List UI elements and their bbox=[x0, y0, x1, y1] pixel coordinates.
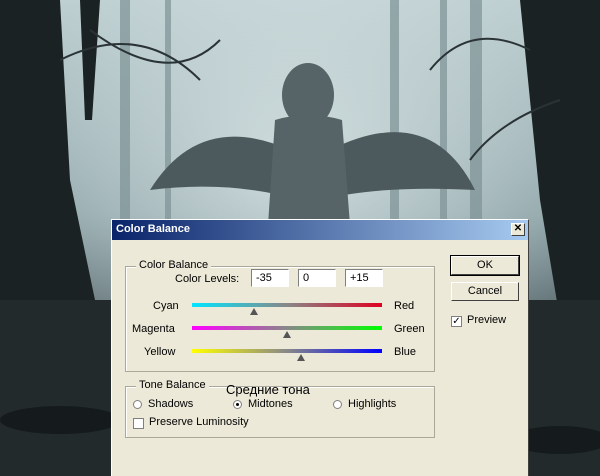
shadows-label[interactable]: Shadows bbox=[148, 398, 193, 410]
dialog-titlebar[interactable]: Color Balance ✕ bbox=[112, 220, 528, 240]
cyan-red-level-input[interactable] bbox=[251, 269, 289, 287]
close-icon: ✕ bbox=[513, 223, 523, 234]
red-label: Red bbox=[394, 300, 415, 312]
checkmark-icon: ✓ bbox=[452, 316, 461, 327]
cyan-label: Cyan bbox=[153, 300, 179, 312]
magenta-label: Magenta bbox=[132, 323, 175, 335]
preserve-luminosity-checkbox[interactable] bbox=[133, 418, 144, 429]
color-levels-label: Color Levels: bbox=[175, 273, 240, 285]
preserve-luminosity-label[interactable]: Preserve Luminosity bbox=[149, 416, 249, 428]
magenta-green-slider[interactable] bbox=[192, 326, 382, 338]
yellow-blue-level-input[interactable] bbox=[345, 269, 383, 287]
color-balance-dialog: Color Balance ✕ Color Balance Color Leve… bbox=[111, 219, 529, 476]
tone-balance-group-title: Tone Balance bbox=[136, 379, 209, 391]
midtones-annotation: Средние тона bbox=[226, 382, 310, 397]
midtones-radio[interactable] bbox=[233, 400, 242, 409]
preview-checkbox[interactable]: ✓ bbox=[451, 316, 462, 327]
preview-label[interactable]: Preview bbox=[467, 314, 506, 326]
yellow-blue-slider[interactable] bbox=[192, 349, 382, 361]
highlights-radio[interactable] bbox=[333, 400, 342, 409]
yellow-label: Yellow bbox=[144, 346, 176, 358]
magenta-green-level-input[interactable] bbox=[298, 269, 336, 287]
highlights-label[interactable]: Highlights bbox=[348, 398, 396, 410]
ok-button[interactable]: OK bbox=[450, 255, 520, 276]
radio-selected-dot bbox=[236, 403, 239, 406]
green-label: Green bbox=[394, 323, 425, 335]
cyan-red-slider[interactable] bbox=[192, 303, 382, 315]
cyan-red-slider-thumb[interactable] bbox=[249, 308, 258, 315]
close-button[interactable]: ✕ bbox=[511, 223, 525, 236]
magenta-green-slider-thumb[interactable] bbox=[283, 331, 291, 338]
dialog-title: Color Balance bbox=[116, 223, 190, 235]
shadows-radio[interactable] bbox=[133, 400, 142, 409]
cancel-button[interactable]: Cancel bbox=[451, 282, 519, 301]
color-balance-group-title: Color Balance bbox=[136, 259, 212, 271]
midtones-label[interactable]: Midtones bbox=[248, 398, 293, 410]
yellow-blue-slider-thumb[interactable] bbox=[297, 354, 306, 361]
blue-label: Blue bbox=[394, 346, 417, 358]
